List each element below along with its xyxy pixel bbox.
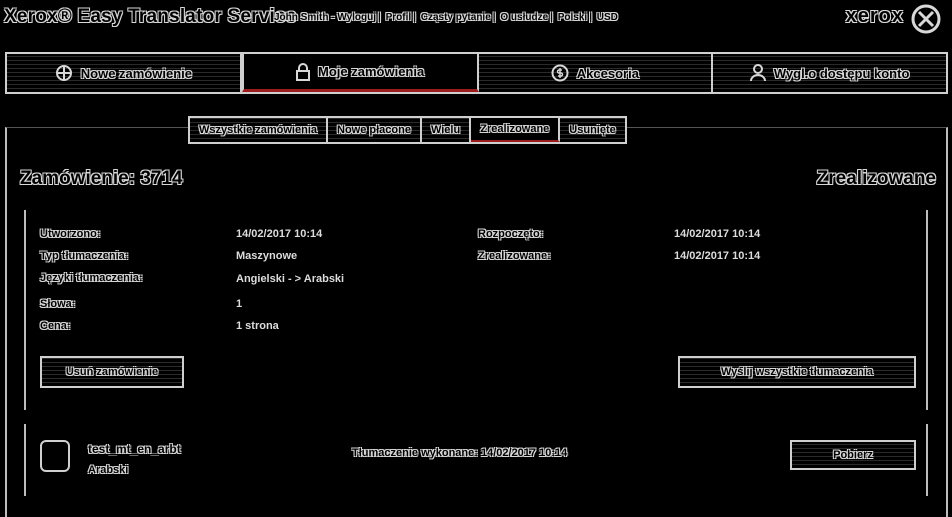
translation-type-label: Typ tłumaczenia:	[40, 250, 129, 262]
delete-order-button[interactable]: Usuń zamówienie	[40, 356, 184, 388]
file-status: Tłumaczenie wykonane: 14/02/2017 10:14	[352, 447, 568, 459]
download-all-button[interactable]: Wyślij wszystkie tłumaczenia	[678, 356, 916, 388]
tab-completed[interactable]: Zrealizowane	[471, 118, 561, 142]
file-icon	[40, 440, 70, 472]
completed-label: Zrealizowane:	[478, 250, 551, 262]
translation-type-value: Maszynowe	[236, 250, 298, 262]
new-order-icon	[55, 64, 73, 82]
order-status: Zrealizowane	[816, 168, 936, 189]
created-value: 14/02/2017 10:14	[236, 228, 323, 240]
faq-link[interactable]: Cząsty pytanie	[421, 12, 491, 23]
completed-value: 14/02/2017 10:14	[674, 250, 761, 262]
top-links: John Smith - Wyloguj | Profil | Cząsty pyt…	[274, 12, 618, 23]
price-label: Cena:	[40, 320, 71, 332]
app-title: Xerox® Easy Translator Service	[4, 6, 297, 27]
tab-deleted[interactable]: Usunięte	[560, 118, 625, 142]
nav-new-order-label: Nowe zamówienie	[80, 65, 192, 81]
tab-new-paid[interactable]: Nowe płacone	[328, 118, 422, 142]
tab-many[interactable]: Wielu	[421, 118, 472, 142]
created-label: Utworzono:	[40, 228, 101, 240]
words-value: 1	[236, 298, 243, 310]
nav-my-orders-label: Moje zamówienia	[318, 64, 425, 79]
file-name: test_mt_en_arbt	[88, 442, 181, 456]
currency-icon	[551, 64, 569, 82]
file-row: test_mt_en_arbt Arabski Tłumaczenie wyko…	[24, 424, 928, 496]
xerox-logo-icon	[911, 4, 941, 34]
nav-account-access-label: Wygl.o dostępu konto	[773, 65, 910, 81]
nav-account-access[interactable]: Wygl.o dostępu konto	[713, 54, 946, 92]
price-value: 1 strona	[236, 320, 279, 332]
nav-accessories-label: Akcesoria	[576, 65, 639, 81]
profile-link[interactable]: Profil	[386, 12, 412, 23]
about-link[interactable]: O usłudze	[500, 12, 548, 23]
order-details-panel: Utworzono: 14/02/2017 10:14 Typ tłumacze…	[24, 210, 928, 410]
order-filter-tabs: Wszystkie zamówienia Nowe płacone Wielu …	[188, 116, 627, 144]
languages-value: Angielski - > Arabski	[236, 273, 345, 285]
order-heading: Zamówienie: 3714	[20, 168, 183, 189]
user-icon	[749, 64, 766, 82]
language-link[interactable]: Polski	[558, 12, 587, 23]
user-logout-link[interactable]: John Smith - Wyloguj	[274, 12, 376, 23]
file-language: Arabski	[88, 464, 129, 476]
download-file-button[interactable]: Pobierz	[790, 440, 916, 470]
tab-all-orders[interactable]: Wszystkie zamówienia	[190, 118, 328, 142]
main-nav: Nowe zamówienie Moje zamówienia Akcesori…	[5, 52, 948, 94]
nav-accessories[interactable]: Akcesoria	[478, 54, 714, 92]
brand-wordmark: xerox	[845, 5, 904, 27]
words-label: Słowa:	[40, 298, 76, 310]
started-value: 14/02/2017 10:14	[674, 228, 761, 240]
nav-new-order[interactable]: Nowe zamówienie	[7, 54, 242, 92]
currency-link[interactable]: USD	[597, 12, 618, 23]
started-label: Rozpoczęto:	[478, 228, 544, 240]
lock-icon	[296, 62, 311, 81]
nav-my-orders[interactable]: Moje zamówienia	[241, 54, 479, 92]
top-header: Xerox® Easy Translator Service John Smit…	[0, 0, 952, 38]
languages-label: Języki tłumaczenia:	[40, 272, 143, 284]
